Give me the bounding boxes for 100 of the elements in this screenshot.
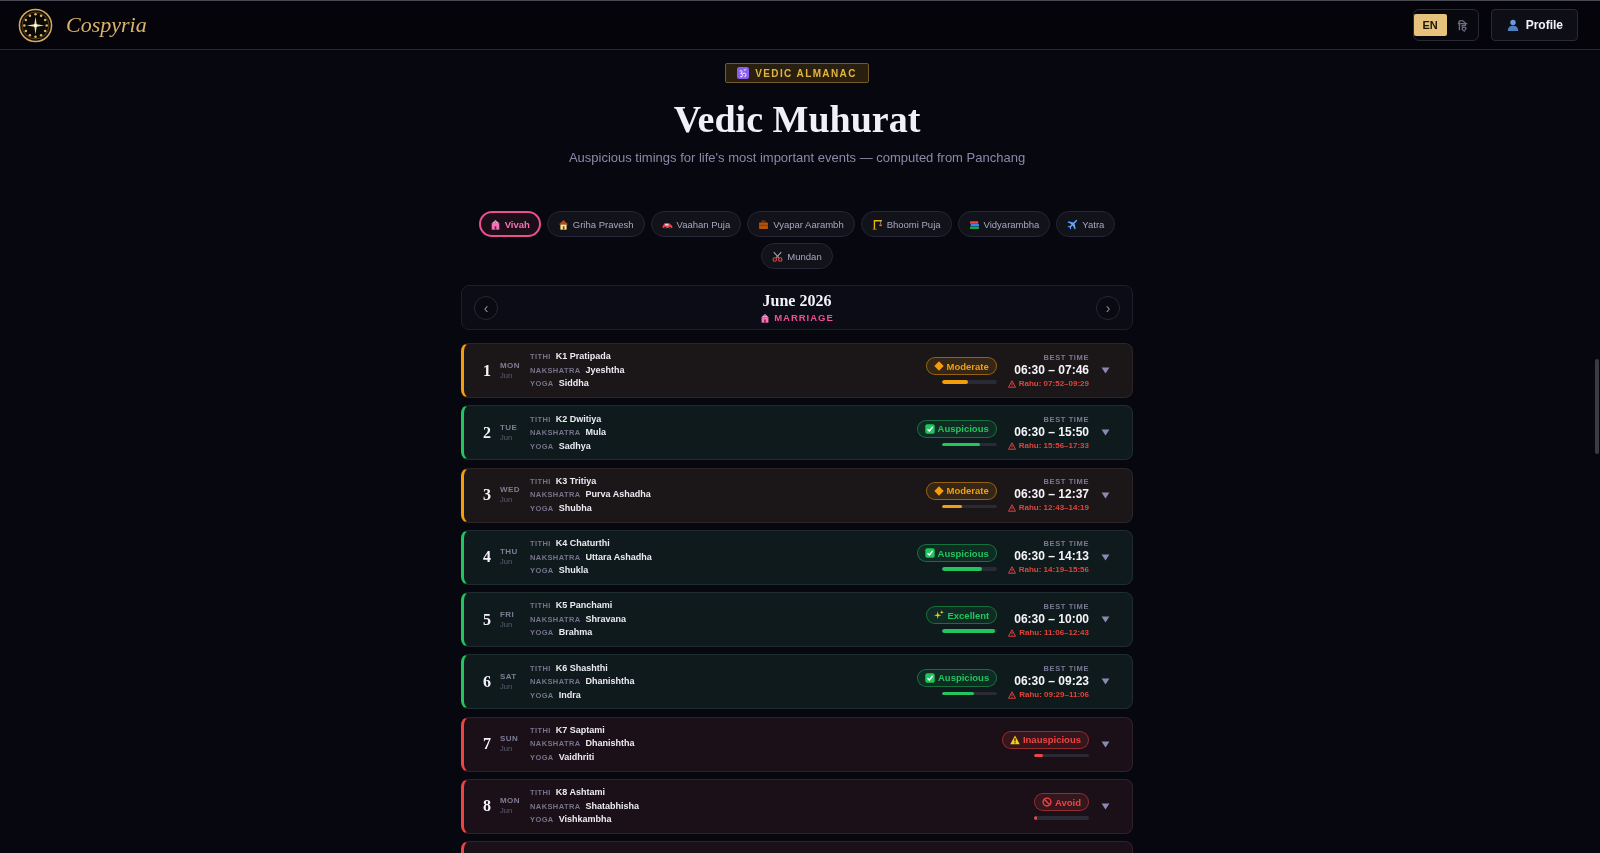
field-value: Vishkambha xyxy=(558,813,612,826)
field-value: Dhanishtha xyxy=(585,675,635,688)
field-value: Mula xyxy=(585,426,607,439)
warning-icon xyxy=(1008,690,1017,699)
caret-icon[interactable] xyxy=(1101,678,1110,686)
field-value: Shatabhisha xyxy=(585,799,640,812)
house-icon xyxy=(557,218,569,230)
books-icon xyxy=(968,218,980,230)
warning-icon xyxy=(1008,628,1017,637)
rahu-period: Rahu: 09:29–11:06 xyxy=(1019,689,1089,700)
brand-name: Cospyria xyxy=(66,12,147,38)
rating-label: Moderate xyxy=(946,360,989,372)
weekday-label: MON xyxy=(500,796,521,807)
day-number: 8 xyxy=(483,797,492,816)
star-medallion-icon xyxy=(18,7,53,43)
field-value: K2 Dwitiya xyxy=(555,412,602,425)
event-tab[interactable]: Vivah xyxy=(478,211,541,237)
caret-icon[interactable] xyxy=(1101,802,1110,810)
caret-icon[interactable] xyxy=(1101,429,1110,437)
day-number: 3 xyxy=(483,486,492,504)
caret-icon[interactable] xyxy=(1101,740,1110,748)
event-tab[interactable]: Vyapar Aarambh xyxy=(747,211,855,237)
field-value: K7 Saptami xyxy=(555,723,605,737)
rating-label: Avoid xyxy=(1054,796,1081,808)
diamond-icon xyxy=(933,485,944,496)
rating-label: Excellent xyxy=(947,609,990,621)
event-label: MARRIAGE xyxy=(774,312,834,323)
event-tab[interactable]: Vaahan Puja xyxy=(650,211,742,237)
month-title: June 2026 xyxy=(762,292,832,310)
rahu-period: Rahu: 11:06–12:43 xyxy=(1019,627,1089,638)
warning-icon xyxy=(1007,566,1016,575)
rating-label: Inauspicious xyxy=(1022,734,1081,746)
language-option[interactable]: हि xyxy=(1446,14,1478,36)
rating-label: Auspicious xyxy=(937,547,989,559)
best-time-value: 06:30 – 10:00 xyxy=(1014,611,1089,627)
weekday-label: TUE xyxy=(500,422,519,433)
day-number: 5 xyxy=(483,610,492,629)
event-tab[interactable]: Bhoomi Puja xyxy=(860,211,952,237)
scrollbar-thumb[interactable] xyxy=(1595,359,1599,454)
caret-icon[interactable] xyxy=(1101,491,1110,499)
rahu-period: Rahu: 15:56–17:33 xyxy=(1018,440,1089,451)
field-value: K3 Tritiya xyxy=(555,474,597,488)
language-option[interactable]: EN xyxy=(1413,14,1447,36)
field-value: Purva Ashadha xyxy=(585,488,651,501)
best-time-value: 06:30 – 15:50 xyxy=(1014,424,1089,440)
best-time-value: 06:30 – 14:13 xyxy=(1014,549,1089,565)
page-title: Vedic Muhurat xyxy=(672,97,922,141)
rahu-period: Rahu: 12:43–14:19 xyxy=(1018,503,1089,513)
field-value: Sadhya xyxy=(558,439,591,452)
crane-icon xyxy=(871,218,883,230)
caret-icon[interactable] xyxy=(1101,367,1110,374)
day-number: 4 xyxy=(483,548,492,567)
field-value: Dhanishtha xyxy=(585,737,635,750)
field-value: Vaidhriti xyxy=(558,750,595,764)
badge-label: VEDIC ALMANAC xyxy=(755,67,857,79)
chapel-icon xyxy=(489,218,501,230)
om-icon xyxy=(737,67,750,79)
field-value: Siddha xyxy=(558,377,589,390)
checkmark-icon xyxy=(924,423,935,434)
page-subtitle: Auspicious timings for life's most important events — computed from Panchang xyxy=(567,149,1027,167)
event-tab[interactable]: Griha Pravesh xyxy=(546,211,645,237)
field-value: K4 Chaturthi xyxy=(555,537,610,550)
rahu-period: Rahu: 14:19–15:56 xyxy=(1018,565,1089,576)
warning-icon xyxy=(1007,441,1016,450)
scissors-icon xyxy=(772,250,784,262)
caret-icon[interactable] xyxy=(1101,553,1110,561)
day-number: 7 xyxy=(483,735,492,753)
warning-icon xyxy=(1007,379,1016,388)
best-time-value: 06:30 – 07:46 xyxy=(1014,362,1089,378)
profile-button[interactable]: Profile xyxy=(1490,9,1578,41)
day-number: 6 xyxy=(483,672,492,691)
checkmark-icon xyxy=(924,672,935,683)
field-value: K6 Shashthi xyxy=(555,661,608,674)
field-value: Jyeshtha xyxy=(585,363,625,377)
rating-label: Auspicious xyxy=(937,672,990,683)
field-value: K5 Panchami xyxy=(555,599,613,612)
field-value: Uttara Ashadha xyxy=(585,550,652,563)
next-month-button[interactable]: › xyxy=(1096,295,1120,320)
field-value: Shubha xyxy=(558,501,592,515)
briefcase-icon xyxy=(758,218,770,230)
best-time-value: 06:30 – 12:37 xyxy=(1014,487,1089,502)
rating-label: Moderate xyxy=(946,485,989,497)
diamond-icon xyxy=(933,361,944,372)
checkmark-icon xyxy=(924,548,935,558)
caret-icon[interactable] xyxy=(1101,616,1110,623)
event-tab[interactable]: Yatra xyxy=(1056,211,1116,237)
field-value: K1 Pratipada xyxy=(555,350,611,363)
sparkle-icon xyxy=(934,610,945,621)
day-number: 1 xyxy=(483,361,492,380)
weekday-label: MON xyxy=(500,360,521,371)
chapel-icon xyxy=(760,312,771,323)
day-number: 2 xyxy=(483,423,492,442)
event-tab[interactable]: Vidyarambha xyxy=(957,211,1051,237)
previous-month-button[interactable]: ‹ xyxy=(474,295,498,320)
person-icon xyxy=(1506,19,1519,31)
weekday-label: THU xyxy=(500,547,519,558)
weekday-label: SAT xyxy=(500,671,518,682)
event-tab[interactable]: Mundan xyxy=(761,243,833,269)
best-time-value: 06:30 – 09:23 xyxy=(1014,673,1089,689)
weekday-label: FRI xyxy=(500,609,516,620)
